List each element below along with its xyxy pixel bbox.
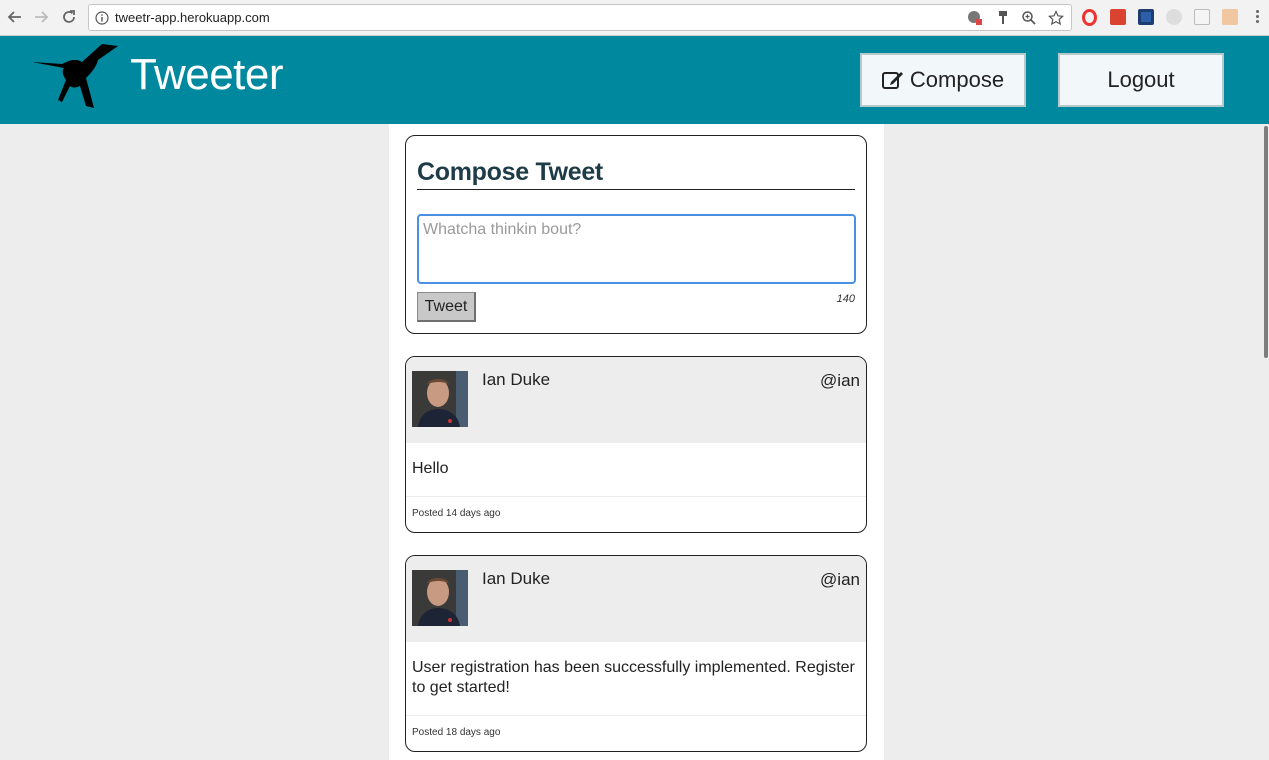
tweet-author-handle: @ian	[820, 570, 860, 589]
info-icon[interactable]	[95, 11, 109, 30]
tweet-header: Ian Duke @ian	[406, 357, 866, 443]
react-extension-icon[interactable]	[1194, 9, 1210, 25]
brand-title[interactable]: Tweeter	[130, 50, 284, 100]
compose-button-label: Compose	[909, 67, 1005, 92]
browser-toolbar: tweetr-app.herokuapp.com	[0, 0, 1269, 36]
translate-icon[interactable]	[967, 10, 983, 26]
tweet-footer: Posted 14 days ago	[406, 496, 866, 532]
tweet-card: Ian Duke @ian User registration has been…	[405, 555, 867, 752]
tweet-author-name: Ian Duke	[482, 370, 551, 389]
url-text[interactable]: tweetr-app.herokuapp.com	[115, 10, 270, 25]
face-extension-icon[interactable]	[1222, 9, 1238, 25]
logout-button[interactable]: Logout	[1058, 53, 1224, 107]
char-counter: 140	[836, 293, 855, 305]
tweet-submit-button[interactable]: Tweet	[417, 292, 476, 322]
tweet-textarea[interactable]	[417, 214, 856, 284]
star-icon[interactable]	[1048, 10, 1064, 26]
tweet-card: Ian Duke @ian Hello Posted 14 days ago	[405, 356, 867, 533]
avatar	[412, 371, 468, 427]
logout-button-label: Logout	[1107, 67, 1175, 92]
edit-icon	[881, 72, 903, 89]
address-bar[interactable]: tweetr-app.herokuapp.com	[88, 4, 1072, 31]
tweet-author-handle: @ian	[820, 371, 860, 390]
main-column: Compose Tweet Tweet 140 Ian Duke @ian He…	[389, 124, 884, 760]
reader-extension-icon[interactable]	[1138, 9, 1154, 25]
compose-title: Compose Tweet	[417, 158, 855, 190]
tweet-timestamp: Posted 14 days ago	[412, 508, 501, 519]
browser-menu-icon[interactable]	[1250, 8, 1264, 28]
avatar	[412, 570, 468, 626]
tweet-footer: Posted 18 days ago	[406, 715, 866, 751]
tweet-header: Ian Duke @ian	[406, 556, 866, 642]
opera-extension-icon[interactable]	[1082, 9, 1097, 26]
app-header: Tweeter Compose Logout	[0, 36, 1269, 124]
tweet-content: Hello	[412, 460, 449, 477]
compose-tweet-card: Compose Tweet Tweet 140	[405, 135, 867, 334]
reload-icon[interactable]	[58, 6, 80, 28]
key-icon[interactable]	[995, 10, 1011, 26]
bookmark-extension-icon[interactable]	[1110, 9, 1126, 25]
scrollbar-thumb[interactable]	[1264, 126, 1268, 358]
hummingbird-icon	[32, 42, 120, 113]
back-icon[interactable]	[4, 6, 26, 28]
tweet-author-name: Ian Duke	[482, 569, 551, 588]
compose-button[interactable]: Compose	[860, 53, 1026, 107]
zoom-icon[interactable]	[1021, 10, 1037, 26]
forward-icon[interactable]	[30, 6, 52, 28]
moon-extension-icon[interactable]	[1166, 9, 1182, 25]
tweet-timestamp: Posted 18 days ago	[412, 727, 501, 738]
tweet-content: User registration has been successfully …	[412, 659, 855, 696]
